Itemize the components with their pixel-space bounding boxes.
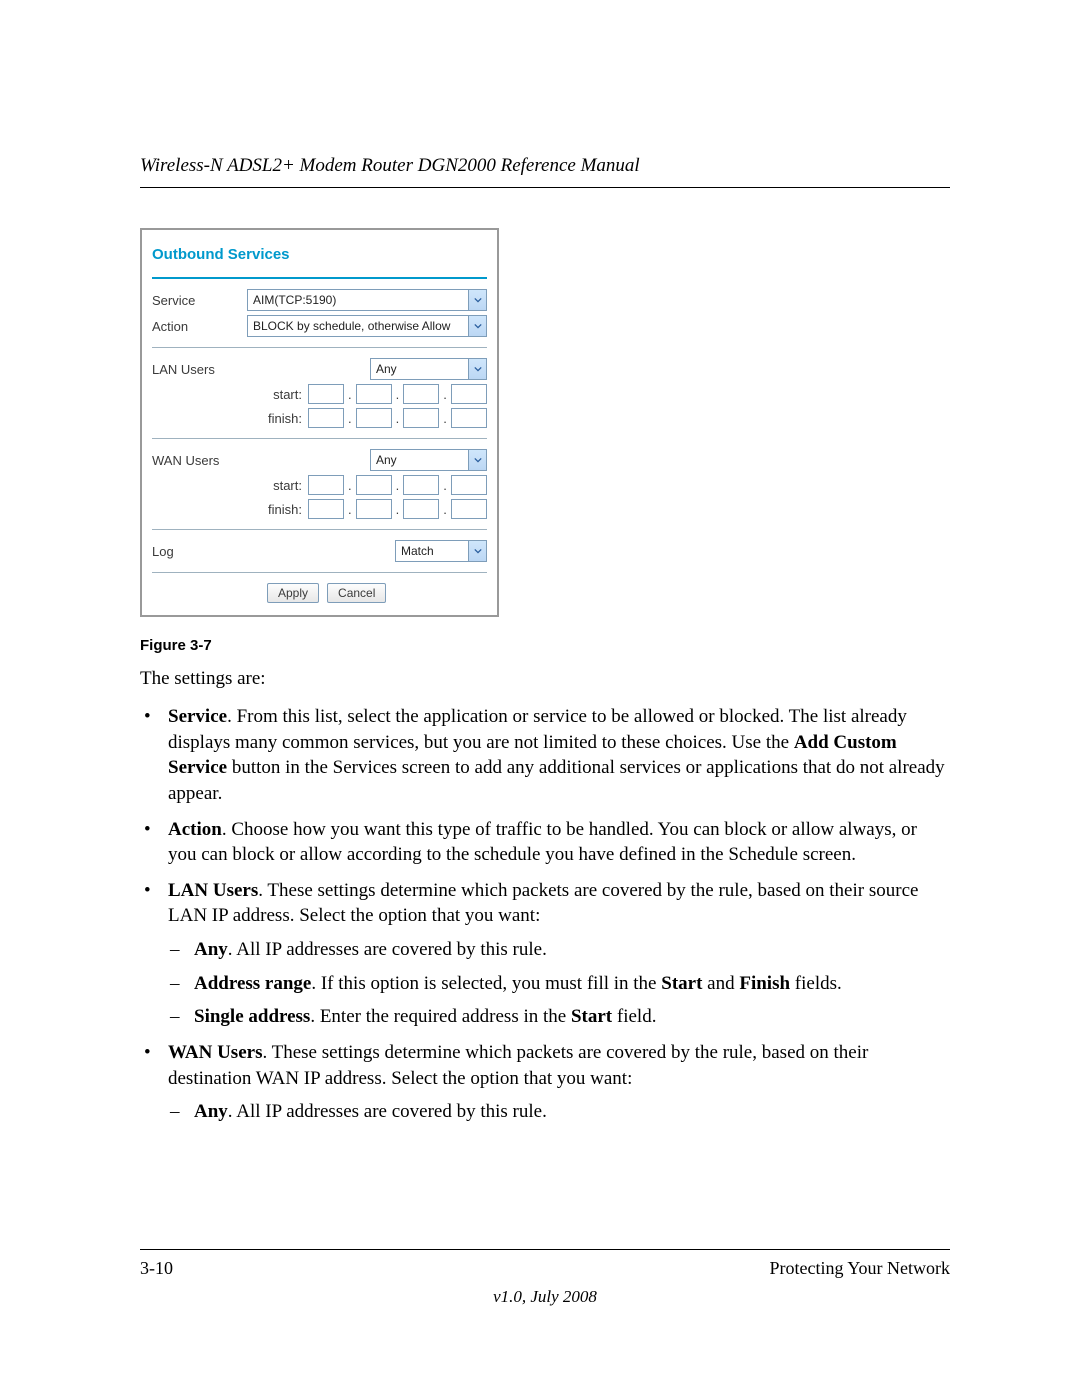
figure-caption: Figure 3-7: [140, 637, 950, 654]
divider: [152, 347, 487, 348]
setting-action: Action. Choose how you want this type of…: [140, 817, 950, 868]
ip-octet-input[interactable]: [356, 499, 392, 519]
manual-page: Wireless-N ADSL2+ Modem Router DGN2000 R…: [0, 0, 1080, 1397]
sub-any: Any. All IP addresses are covered by thi…: [168, 937, 950, 963]
settings-list: Service. From this list, select the appl…: [140, 704, 950, 1125]
ip-octet-input[interactable]: [356, 475, 392, 495]
sub-address-range: Address range. If this option is selecte…: [168, 971, 950, 997]
lan-users-select[interactable]: Any: [370, 358, 487, 380]
page-number: 3-10: [140, 1258, 173, 1279]
chevron-down-icon: [468, 290, 486, 310]
divider: [152, 438, 487, 439]
lan-finish-ip: . . .: [308, 408, 487, 428]
intro-text: The settings are:: [140, 668, 950, 690]
chevron-down-icon: [468, 316, 486, 336]
ip-octet-input[interactable]: [403, 384, 439, 404]
wan-start-ip: . . .: [308, 475, 487, 495]
label-start: start:: [152, 387, 308, 402]
ip-octet-input[interactable]: [451, 499, 487, 519]
ip-octet-input[interactable]: [403, 475, 439, 495]
ip-octet-input[interactable]: [356, 408, 392, 428]
apply-button[interactable]: Apply: [267, 583, 319, 603]
ip-octet-input[interactable]: [356, 384, 392, 404]
sub-single-address: Single address. Enter the required addre…: [168, 1004, 950, 1030]
lan-users-select-value: Any: [371, 362, 468, 376]
wan-users-select[interactable]: Any: [370, 449, 487, 471]
action-select[interactable]: BLOCK by schedule, otherwise Allow: [247, 315, 487, 337]
ip-octet-input[interactable]: [451, 475, 487, 495]
setting-service: Service. From this list, select the appl…: [140, 704, 950, 807]
ip-octet-input[interactable]: [403, 499, 439, 519]
setting-wan-users: WAN Users. These settings determine whic…: [140, 1040, 950, 1125]
ip-octet-input[interactable]: [308, 475, 344, 495]
label-lan-users: LAN Users: [152, 362, 247, 377]
label-wan-users: WAN Users: [152, 453, 247, 468]
divider: [152, 277, 487, 279]
ip-octet-input[interactable]: [308, 408, 344, 428]
panel-title: Outbound Services: [152, 238, 487, 277]
section-title: Protecting Your Network: [770, 1258, 951, 1279]
divider: [152, 529, 487, 530]
ip-octet-input[interactable]: [403, 408, 439, 428]
ip-octet-input[interactable]: [451, 408, 487, 428]
ip-octet-input[interactable]: [451, 384, 487, 404]
label-finish: finish:: [152, 411, 308, 426]
label-start: start:: [152, 478, 308, 493]
service-select[interactable]: AIM(TCP:5190): [247, 289, 487, 311]
ip-octet-input[interactable]: [308, 499, 344, 519]
wan-finish-ip: . . .: [308, 499, 487, 519]
chevron-down-icon: [468, 359, 486, 379]
chevron-down-icon: [468, 541, 486, 561]
ip-octet-input[interactable]: [308, 384, 344, 404]
setting-lan-users: LAN Users. These settings determine whic…: [140, 878, 950, 1030]
page-footer: 3-10 Protecting Your Network v1.0, July …: [140, 1249, 950, 1307]
service-select-value: AIM(TCP:5190): [248, 293, 468, 307]
label-action: Action: [152, 319, 247, 334]
chevron-down-icon: [468, 450, 486, 470]
action-select-value: BLOCK by schedule, otherwise Allow: [248, 319, 468, 333]
outbound-services-panel: Outbound Services Service AIM(TCP:5190) …: [140, 228, 499, 617]
doc-version: v1.0, July 2008: [140, 1287, 950, 1307]
sub-any: Any. All IP addresses are covered by thi…: [168, 1099, 950, 1125]
lan-start-ip: . . .: [308, 384, 487, 404]
cancel-button[interactable]: Cancel: [327, 583, 386, 603]
log-select-value: Match: [396, 544, 468, 558]
label-log: Log: [152, 544, 247, 559]
divider: [152, 572, 487, 573]
running-header: Wireless-N ADSL2+ Modem Router DGN2000 R…: [140, 155, 950, 188]
log-select[interactable]: Match: [395, 540, 487, 562]
label-finish: finish:: [152, 502, 308, 517]
wan-users-select-value: Any: [371, 453, 468, 467]
label-service: Service: [152, 293, 247, 308]
